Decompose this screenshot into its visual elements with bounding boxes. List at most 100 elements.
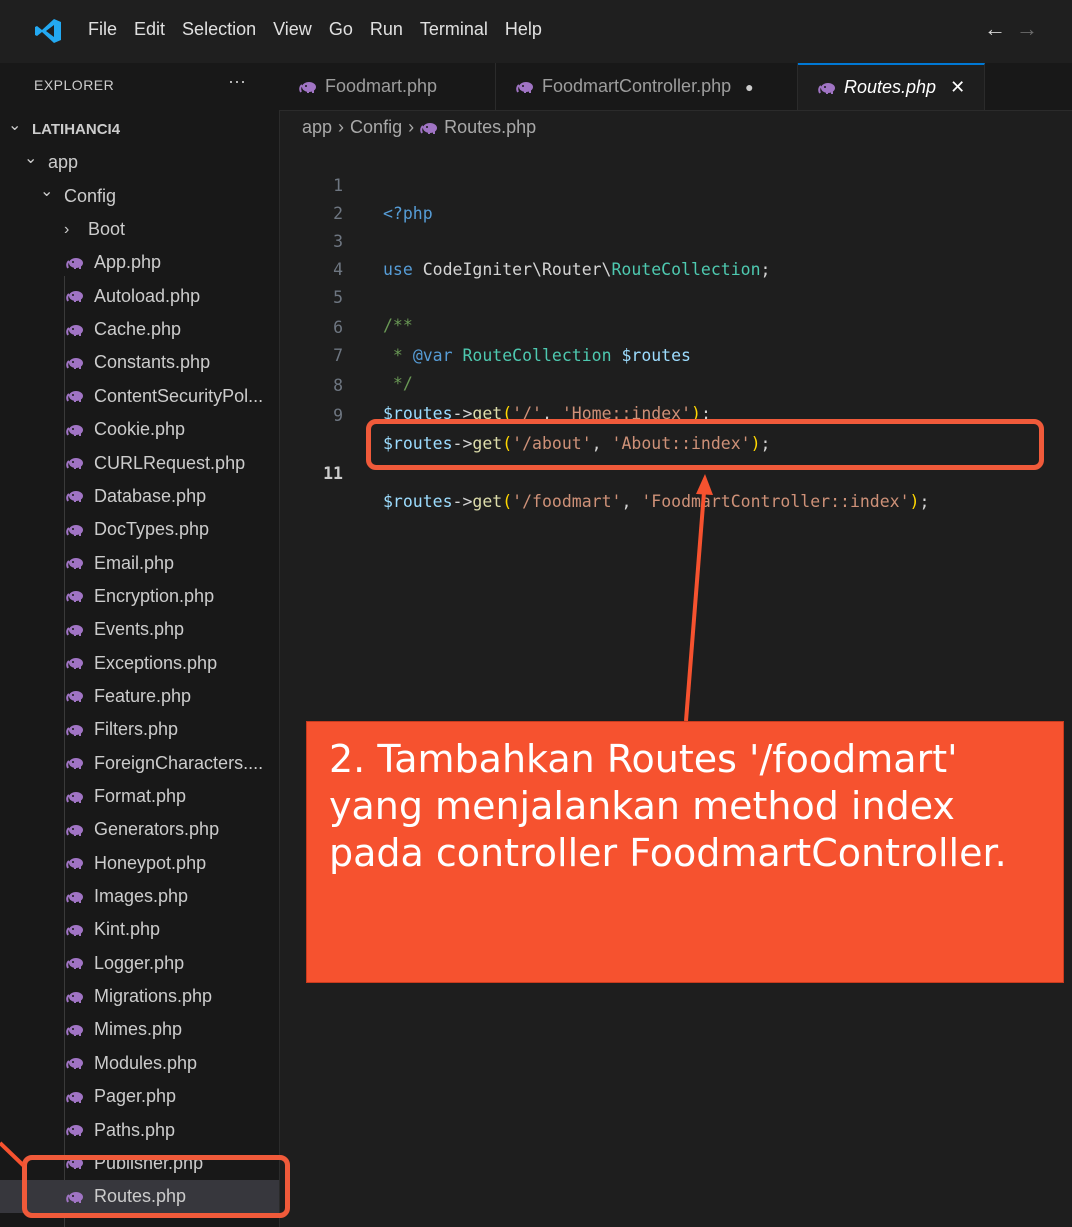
file-email-php[interactable]: Email.php [0,547,279,580]
tree-item-label: Encryption.php [94,585,215,606]
file-logger-php[interactable]: Logger.php [0,947,279,980]
php-elephant-icon [66,1124,84,1136]
php-elephant-icon [420,122,438,134]
chevron-down-icon: ⌄ [40,183,54,201]
file-pager-php[interactable]: Pager.php [0,1080,279,1113]
tab-foodmart[interactable]: Foodmart.php [279,63,496,110]
php-elephant-icon [66,524,84,536]
file-constants-php[interactable]: Constants.php [0,346,279,379]
tree-item-label: LATIHANCI4 [32,121,121,138]
tree-item-label: Migrations.php [94,986,213,1007]
code-editor[interactable]: 1 <?php 2 3 use CodeIgniter\Router\Route… [279,143,1072,1227]
tree-item-label: Constants.php [94,352,211,373]
file-modules-php[interactable]: Modules.php [0,1047,279,1080]
code-line: 5 /** [279,256,1072,335]
folder-boot[interactable]: › Boot [0,213,279,246]
line-number: 11 [323,464,343,483]
file-format-php[interactable]: Format.php [0,780,279,813]
folder-app[interactable]: ⌄ app [0,146,279,179]
file-images-php[interactable]: Images.php [0,880,279,913]
php-elephant-icon [66,590,84,603]
file-curlrequest-php[interactable]: CURLRequest.php [0,447,279,480]
breadcrumb-app[interactable]: app [302,117,332,138]
tree-item-label: Logger.php [94,952,185,973]
tab-label: Routes.php [844,77,937,97]
folder-latihanci4[interactable]: ⌄ LATIHANCI4 [0,113,279,146]
file-encryption-php[interactable]: Encryption.php [0,580,279,613]
tree-item-label: Feature.php [94,685,192,706]
file-events-php[interactable]: Events.php [0,613,279,646]
unsaved-dot-icon[interactable]: ● [745,79,753,95]
menu-edit[interactable]: Edit [134,19,165,40]
file-cache-php[interactable]: Cache.php [0,313,279,346]
php-elephant-icon [66,290,84,303]
php-elephant-icon [66,757,84,770]
close-icon[interactable]: ✕ [950,77,965,98]
file-paths-php[interactable]: Paths.php [0,1114,279,1147]
folder-config[interactable]: ⌄ Config [0,180,279,213]
code-highlight-box [366,419,1044,470]
tree-item-label: Kint.php [94,919,161,940]
php-elephant-icon [66,957,84,970]
menu-help[interactable]: Help [505,19,542,40]
file-filters-php[interactable]: Filters.php [0,713,279,746]
tree-item-label: Modules.php [94,1052,198,1073]
file-doctypes-php[interactable]: DocTypes.php [0,513,279,546]
tab-routes[interactable]: Routes.php ✕ [798,63,985,110]
tree-item-label: Autoload.php [94,285,201,306]
php-elephant-icon [66,557,84,570]
tree-item-label: Database.php [94,485,207,506]
file-foreigncharacters[interactable]: ForeignCharacters.... [0,747,279,780]
tree-item-label: Events.php [94,619,185,640]
breadcrumb-file[interactable]: Routes.php [444,117,536,138]
chevron-right-icon: › [408,117,415,137]
navigation-arrows: ←→ [984,16,1048,42]
tree-item-label: ContentSecurityPol... [94,385,264,406]
tree-item-label: Boot [88,219,126,240]
chevron-right-icon: › [64,220,70,238]
file-highlight-box [22,1155,290,1218]
tab-foodmart-controller[interactable]: FoodmartController.php ● [496,63,798,110]
menu-selection[interactable]: Selection [182,19,256,40]
tree-item-label: Config [64,185,117,206]
tab-label: FoodmartController.php [542,76,732,96]
file-autoload-php[interactable]: Autoload.php [0,280,279,313]
vscode-logo-icon[interactable] [34,18,62,44]
file-mimes-php[interactable]: Mimes.php [0,1013,279,1046]
code-line: 9 $routes->get('/about', 'About::index')… [279,374,1072,453]
file-kint-php[interactable]: Kint.php [0,913,279,946]
file-feature-php[interactable]: Feature.php [0,680,279,713]
tree-item-label: App.php [94,252,162,273]
more-actions-icon[interactable]: ··· [228,71,246,92]
forward-arrow-icon[interactable]: → [1016,16,1048,41]
file-database-php[interactable]: Database.php [0,480,279,513]
file-app-php[interactable]: App.php [0,246,279,279]
menu-view[interactable]: View [273,19,312,40]
php-elephant-icon [66,357,84,369]
menu-terminal[interactable]: Terminal [420,19,488,40]
php-elephant-icon [66,457,84,469]
menu-run[interactable]: Run [370,19,403,40]
back-arrow-icon[interactable]: ← [984,16,1016,41]
file-exceptions-php[interactable]: Exceptions.php [0,647,279,680]
file-honeypot-php[interactable]: Honeypot.php [0,847,279,880]
tree-item-label: Generators.php [94,819,220,840]
menu-file[interactable]: File [88,19,117,40]
file-generators-php[interactable]: Generators.php [0,813,279,846]
code-line: 4 [279,228,1072,279]
file-cookie-php[interactable]: Cookie.php [0,413,279,446]
tree-item-label: Mimes.php [94,1019,183,1040]
code-line: 1 <?php [279,144,1072,223]
file-migrations-php[interactable]: Migrations.php [0,980,279,1013]
breadcrumb-config[interactable]: Config [350,117,402,138]
code-line: 6 * @var RouteCollection $routes [279,286,1072,365]
tree-item-label: app [48,152,79,173]
explorer-title: EXPLORER [34,77,115,93]
menu-go[interactable]: Go [329,19,353,40]
tree-item-label: Honeypot.php [94,852,207,873]
code-line: 2 [279,172,1072,223]
file-contentsecuritypol[interactable]: ContentSecurityPol... [0,380,279,413]
chevron-right-icon: › [338,117,345,137]
tree-item-label: Paths.php [94,1119,176,1140]
tree-item-label: Cookie.php [94,419,186,440]
